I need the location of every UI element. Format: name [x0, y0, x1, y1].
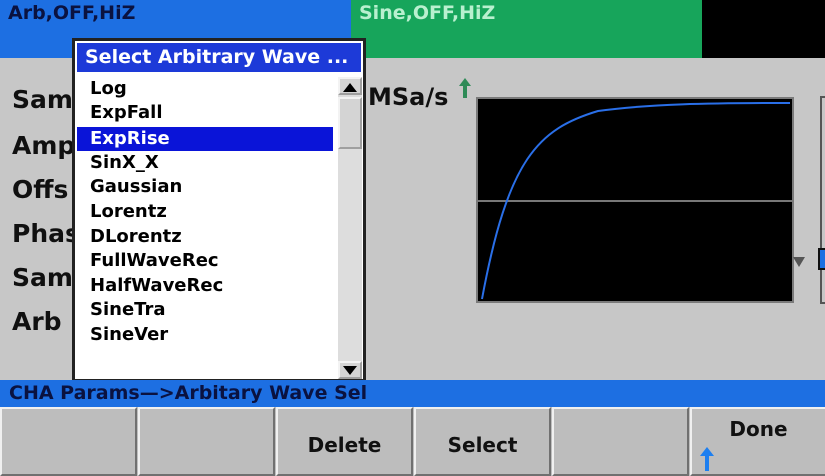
list-item-gaussian[interactable]: Gaussian [77, 175, 333, 199]
softkey-2[interactable] [138, 407, 275, 476]
triangle-up-icon [343, 83, 357, 92]
done-button[interactable]: Done [690, 407, 825, 476]
channel-2-status: Sine,OFF,HiZ [359, 2, 496, 24]
list-item-lorentz[interactable]: Lorentz [77, 200, 333, 224]
param-offset[interactable]: Offs [12, 176, 68, 204]
list-header: Select Arbitrary Wave ... [75, 41, 363, 74]
select-label: Select [447, 433, 518, 457]
list-item-sinever[interactable]: SineVer [77, 323, 333, 347]
scroll-thumb[interactable] [338, 97, 362, 149]
waveform-plot [478, 102, 792, 300]
delete-button[interactable]: Delete [276, 407, 413, 476]
list-item-log[interactable]: Log [77, 77, 333, 101]
scroll-up-button[interactable] [338, 77, 362, 95]
level-marker-icon [793, 257, 805, 267]
softkey-1[interactable] [0, 407, 137, 476]
sample-rate-unit: MSa/s [368, 83, 449, 111]
list-item-sinx-x[interactable]: SinX_X [77, 151, 333, 175]
list-item-dlorentz[interactable]: DLorentz [77, 225, 333, 249]
list-body: Log ExpFall ExpRise SinX_X Gaussian Lore… [77, 77, 339, 379]
up-arrow-icon [459, 78, 471, 98]
delete-label: Delete [307, 433, 382, 457]
list-item-expfall[interactable]: ExpFall [77, 101, 333, 125]
up-arrow-icon [700, 447, 714, 471]
channel-2-tab[interactable]: Sine,OFF,HiZ [351, 0, 702, 58]
list-item-exprise[interactable]: ExpRise [77, 127, 333, 151]
list-scrollbar[interactable] [338, 77, 362, 379]
list-item-fullwaverec[interactable]: FullWaveRec [77, 249, 333, 273]
scroll-down-button[interactable] [338, 361, 362, 379]
channel-1-status: Arb,OFF,HiZ [8, 2, 136, 24]
menu-path-bar: CHA Params—>Arbitary Wave Sel [0, 380, 825, 407]
param-samples[interactable]: Sam [12, 264, 73, 292]
waveform-preview [476, 97, 794, 303]
list-item-halfwaverec[interactable]: HalfWaveRec [77, 274, 333, 298]
softkey-5[interactable] [552, 407, 689, 476]
done-label: Done [729, 417, 788, 441]
scale-marker [818, 248, 825, 270]
scale-indicator [820, 96, 825, 304]
param-phase[interactable]: Phas [12, 220, 80, 248]
list-item-sinetra[interactable]: SineTra [77, 298, 333, 322]
softkey-bar: Delete Select Done [0, 407, 825, 476]
select-button[interactable]: Select [414, 407, 551, 476]
arbitrary-wave-list: Select Arbitrary Wave ... Log ExpFall Ex… [72, 38, 366, 382]
param-amplitude[interactable]: Amp [12, 132, 75, 160]
list-title: Select Arbitrary Wave ... [85, 46, 349, 68]
menu-path: CHA Params—>Arbitary Wave Sel [9, 382, 368, 404]
generator-screen: Arb,OFF,HiZ Sine,OFF,HiZ Samp Amp Offs P… [0, 0, 825, 476]
triangle-down-icon [343, 366, 357, 375]
